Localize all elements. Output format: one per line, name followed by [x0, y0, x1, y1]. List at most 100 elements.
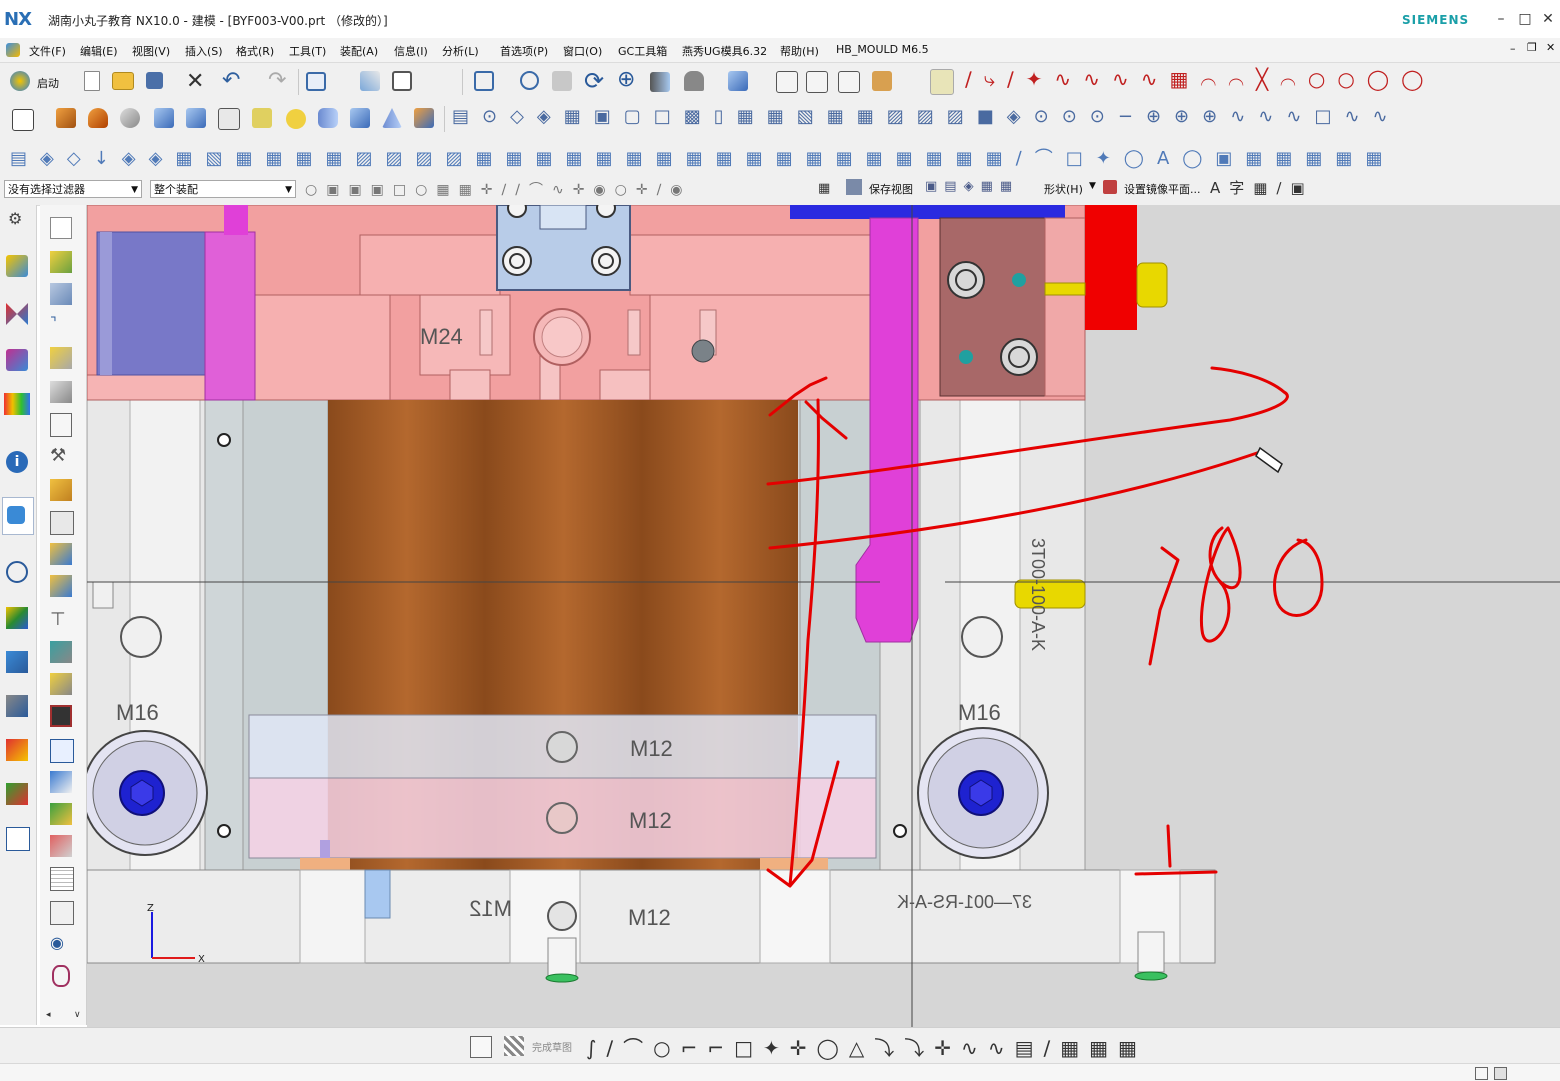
menu-help[interactable]: 帮助(H) — [780, 43, 819, 59]
doc-close-icon[interactable]: ✕ — [1546, 41, 1555, 54]
menu-edit[interactable]: 编辑(E) — [80, 43, 118, 59]
window-icon[interactable] — [392, 71, 412, 91]
roles-icon[interactable] — [6, 739, 28, 761]
sidebar-tool-22-icon[interactable] — [50, 901, 74, 925]
curve-tools-group[interactable]: ∕⤷∕✦∿∿∿∿▦⌒⌒╳⌒○○◯◯ — [965, 67, 1560, 95]
new-file-icon[interactable] — [84, 71, 100, 91]
sidebar-tool-10-icon[interactable] — [50, 511, 74, 535]
menu-format[interactable]: 格式(R) — [236, 43, 274, 59]
save-view-icon[interactable] — [846, 179, 862, 195]
open-folder-icon[interactable] — [112, 72, 134, 90]
status-panel-icon[interactable] — [1494, 1067, 1507, 1080]
history-clock-icon[interactable] — [6, 561, 28, 583]
sidebar-tool-20-icon[interactable] — [50, 835, 72, 857]
part-navigator-icon[interactable] — [6, 349, 28, 371]
text-tools-group[interactable]: A字▦∕▣ — [1210, 177, 1330, 197]
settings-gear-icon[interactable]: ⚙ — [8, 209, 22, 228]
selection-filter-dropdown[interactable]: 没有选择过滤器 ▼ — [4, 180, 142, 198]
manufacturing-wizard-icon[interactable] — [6, 695, 28, 717]
constraint-navigator-icon[interactable] — [6, 303, 28, 325]
chevron-down-icon[interactable]: ▼ — [1089, 181, 1096, 191]
nx-app-icon[interactable] — [6, 43, 20, 57]
status-fullscreen-icon[interactable] — [1475, 1067, 1488, 1080]
restore-icon[interactable]: □ — [1514, 8, 1536, 30]
selection-scope-dropdown[interactable]: 整个装配 ▼ — [150, 180, 296, 198]
command-finder-icon[interactable] — [306, 72, 326, 91]
start-button[interactable]: 启动 — [37, 75, 59, 91]
shape-menu[interactable]: 形状(H) — [1044, 181, 1083, 197]
sidebar-tool-1-icon[interactable] — [50, 217, 72, 239]
selection-lock-icon[interactable] — [930, 69, 954, 95]
save-icon[interactable] — [146, 72, 163, 89]
sidebar-tool-2-icon[interactable] — [50, 251, 72, 273]
sidebar-tool-11-icon[interactable] — [50, 543, 72, 565]
rotate-icon[interactable]: ⟳ — [584, 67, 604, 95]
shading-icon[interactable] — [684, 71, 704, 91]
extrude-icon[interactable] — [56, 108, 76, 128]
menu-yanxiu-mold[interactable]: 燕秀UG模具6.32 — [682, 43, 767, 59]
graphics-viewport[interactable]: M24 M16 M16 M12 M12 M12 M12 3T00-100-A-K… — [87, 205, 1560, 1027]
sidebar-tool-9-icon[interactable] — [50, 479, 72, 501]
view-layer-icon[interactable]: ▦ — [818, 181, 830, 196]
menu-assembly[interactable]: 装配(A) — [340, 43, 378, 59]
zoom-icon[interactable] — [520, 71, 539, 90]
hole-icon[interactable] — [120, 108, 140, 128]
sidebar-scroll-left-icon[interactable]: ◂ — [46, 1010, 51, 1020]
set-mirror-plane-button[interactable]: 设置镜像平面... — [1124, 181, 1201, 197]
assembly-navigator-icon[interactable] — [6, 255, 28, 277]
unite-icon[interactable] — [414, 108, 434, 128]
finish-sketch-button[interactable]: 完成草图 — [532, 1039, 572, 1054]
sidebar-tool-16-icon[interactable] — [50, 705, 72, 727]
view-tools-group[interactable]: ▣▤◈▦▦ — [925, 179, 1045, 197]
minimize-icon[interactable]: – — [1490, 8, 1512, 30]
menu-window[interactable]: 窗口(O) — [563, 43, 602, 59]
redo-icon[interactable]: ↷ — [268, 68, 286, 93]
offset-face-icon[interactable] — [252, 108, 272, 128]
sidebar-tool-17-icon[interactable] — [50, 739, 74, 763]
cylinder-icon[interactable] — [318, 108, 338, 128]
orient-view-icon[interactable]: ⊕ — [617, 67, 635, 92]
sidebar-tool-14-icon[interactable] — [50, 641, 72, 663]
sidebar-tool-3-icon[interactable] — [50, 283, 72, 305]
feature-tools-group[interactable]: ▤⊙◇◈▦▣▢□▩▯▦▦▧▦▦▨▨▨■◈⊙⊙⊙−⊕⊕⊕∿∿∿□∿∿ — [452, 106, 1388, 132]
mold-tools-group[interactable]: ▤◈◇↓◈◈▦▧▦▦▦▦▨▨▨▨▦▦▦▦▦▦▦▦▦▦▦▦▦▦▦▦▦▦∕⌒□✦◯A… — [10, 144, 1555, 170]
close-icon[interactable]: ✕ — [1537, 8, 1559, 30]
sketch-icon[interactable] — [12, 109, 34, 131]
menu-analysis[interactable]: 分析(L) — [442, 43, 479, 59]
sidebar-tool-5-icon[interactable] — [50, 347, 72, 369]
sketch-curve-tools[interactable]: ∫∕⌒○⌐⌐□✦✛◯△⤵⤵✛∿∿▤∕▦▦▦ — [586, 1032, 1346, 1060]
system-scenes-icon[interactable] — [6, 783, 28, 805]
menu-view[interactable]: 视图(V) — [132, 43, 170, 59]
close-part-icon[interactable]: ✕ — [186, 69, 204, 94]
sidebar-tool-18-icon[interactable] — [50, 771, 72, 793]
snap-tools-group[interactable]: ○▣▣▣□○▦▦✛∕∕⌒∿✛◉○✛∕◉ — [305, 179, 835, 199]
sidebar-tool-21-icon[interactable] — [50, 867, 74, 891]
front-view-icon[interactable] — [806, 71, 828, 93]
cone-icon[interactable] — [382, 108, 402, 128]
start-icon[interactable] — [10, 71, 30, 91]
menu-gc-toolbox[interactable]: GC工具箱 — [618, 43, 667, 59]
sidebar-tool-15-icon[interactable] — [50, 673, 72, 695]
perspective-icon[interactable] — [650, 72, 670, 92]
nx-body-icon[interactable] — [154, 108, 174, 128]
show-hide-icon[interactable] — [360, 71, 380, 91]
iso-view-icon[interactable] — [838, 71, 860, 93]
sidebar-tool-6-icon[interactable] — [50, 381, 72, 403]
pan-icon[interactable] — [552, 71, 572, 91]
mirror-plane-icon[interactable] — [1103, 180, 1117, 194]
system-material-icon[interactable] — [6, 607, 28, 629]
sidebar-tool-7-icon[interactable] — [50, 413, 72, 437]
sidebar-tool-19-icon[interactable] — [50, 803, 72, 825]
process-studio-icon[interactable] — [6, 651, 28, 673]
block-icon[interactable] — [186, 108, 206, 128]
trim-body-icon[interactable] — [218, 108, 240, 130]
top-view-icon[interactable] — [776, 71, 798, 93]
doc-restore-icon[interactable]: ❐ — [1527, 41, 1537, 54]
sidebar-tool-12-icon[interactable] — [50, 575, 72, 597]
sidebar-eye-icon[interactable]: ◉ — [50, 933, 72, 955]
menu-insert[interactable]: 插入(S) — [185, 43, 223, 59]
menu-tools[interactable]: 工具(T) — [289, 43, 326, 59]
sidebar-expand-icon[interactable]: ∨ — [74, 1010, 81, 1020]
sidebar-cylinder-icon[interactable] — [52, 965, 70, 987]
revolve-icon[interactable] — [88, 108, 108, 128]
